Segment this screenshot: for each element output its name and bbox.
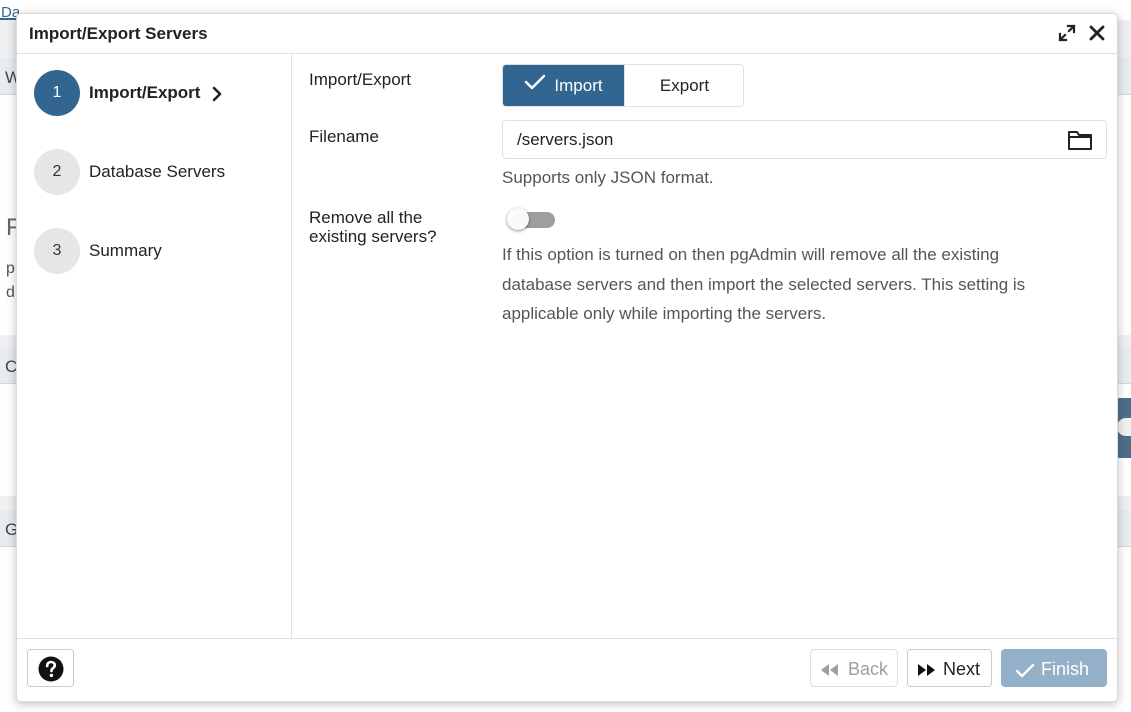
import-label: Import	[554, 76, 603, 95]
next-button[interactable]: Next	[907, 649, 992, 687]
mode-label: Import/Export	[309, 70, 412, 89]
filename-label: Filename	[309, 127, 379, 146]
step-label: Database Servers	[89, 162, 226, 181]
dialog-footer: Back Next Finish	[17, 638, 1117, 701]
background-widget-dot	[1117, 418, 1131, 436]
step-import-export[interactable]: 1 Import/Export	[34, 70, 284, 116]
remove-servers-switch[interactable]	[507, 208, 555, 230]
wizard-content: Import/Export Import Export Filename /se…	[292, 54, 1117, 638]
back-label: Back	[848, 659, 889, 679]
mode-toggle-group: Import Export	[502, 64, 744, 107]
dialog-title: Import/Export Servers	[29, 24, 208, 43]
step-summary[interactable]: 3 Summary	[34, 228, 284, 274]
export-label: Export	[659, 76, 710, 95]
import-export-dialog: Import/Export Servers 1 Import/Export 2 …	[16, 13, 1118, 702]
check-icon	[524, 65, 546, 105]
fast-forward-icon	[917, 661, 937, 682]
close-icon[interactable]	[1088, 24, 1106, 42]
remove-label-line: Remove all the	[309, 208, 423, 227]
filename-value: /servers.json	[517, 130, 614, 149]
remove-servers-help: If this option is turned on then pgAdmin…	[502, 240, 1025, 329]
step-label: Summary	[89, 241, 162, 260]
step-number: 2	[34, 149, 80, 195]
help-line: database servers and then import the sel…	[502, 274, 1026, 294]
switch-knob	[507, 208, 529, 230]
background-text: p	[6, 260, 15, 277]
check-icon	[1015, 662, 1035, 683]
remove-label-line: existing servers?	[309, 227, 437, 246]
next-label: Next	[943, 659, 981, 679]
finish-button[interactable]: Finish	[1001, 649, 1107, 687]
background-text: d	[6, 284, 15, 301]
finish-label: Finish	[1041, 659, 1090, 679]
back-button[interactable]: Back	[810, 649, 898, 687]
step-database-servers[interactable]: 2 Database Servers	[34, 149, 284, 195]
folder-icon[interactable]	[1067, 129, 1093, 151]
remove-servers-label: Remove all the existing servers?	[309, 208, 437, 246]
expand-icon[interactable]	[1058, 24, 1076, 42]
chevron-right-icon	[210, 85, 224, 103]
rewind-icon	[820, 661, 840, 682]
help-icon	[38, 656, 64, 687]
dialog-header: Import/Export Servers	[17, 14, 1117, 54]
background-tab-underline	[0, 18, 16, 20]
help-button[interactable]	[27, 649, 74, 687]
export-toggle-button[interactable]: Export	[624, 65, 743, 106]
step-label: Import/Export	[89, 83, 201, 102]
filename-field[interactable]: /servers.json	[502, 120, 1107, 159]
help-line: If this option is turned on then pgAdmin…	[502, 245, 1000, 264]
step-number: 3	[34, 228, 80, 274]
step-number: 1	[34, 70, 80, 116]
wizard-stepper: 1 Import/Export 2 Database Servers 3 Sum…	[17, 54, 292, 638]
filename-help: Supports only JSON format.	[502, 168, 714, 187]
help-line: applicable only while importing the serv…	[502, 304, 827, 323]
import-toggle-button[interactable]: Import	[503, 65, 624, 106]
